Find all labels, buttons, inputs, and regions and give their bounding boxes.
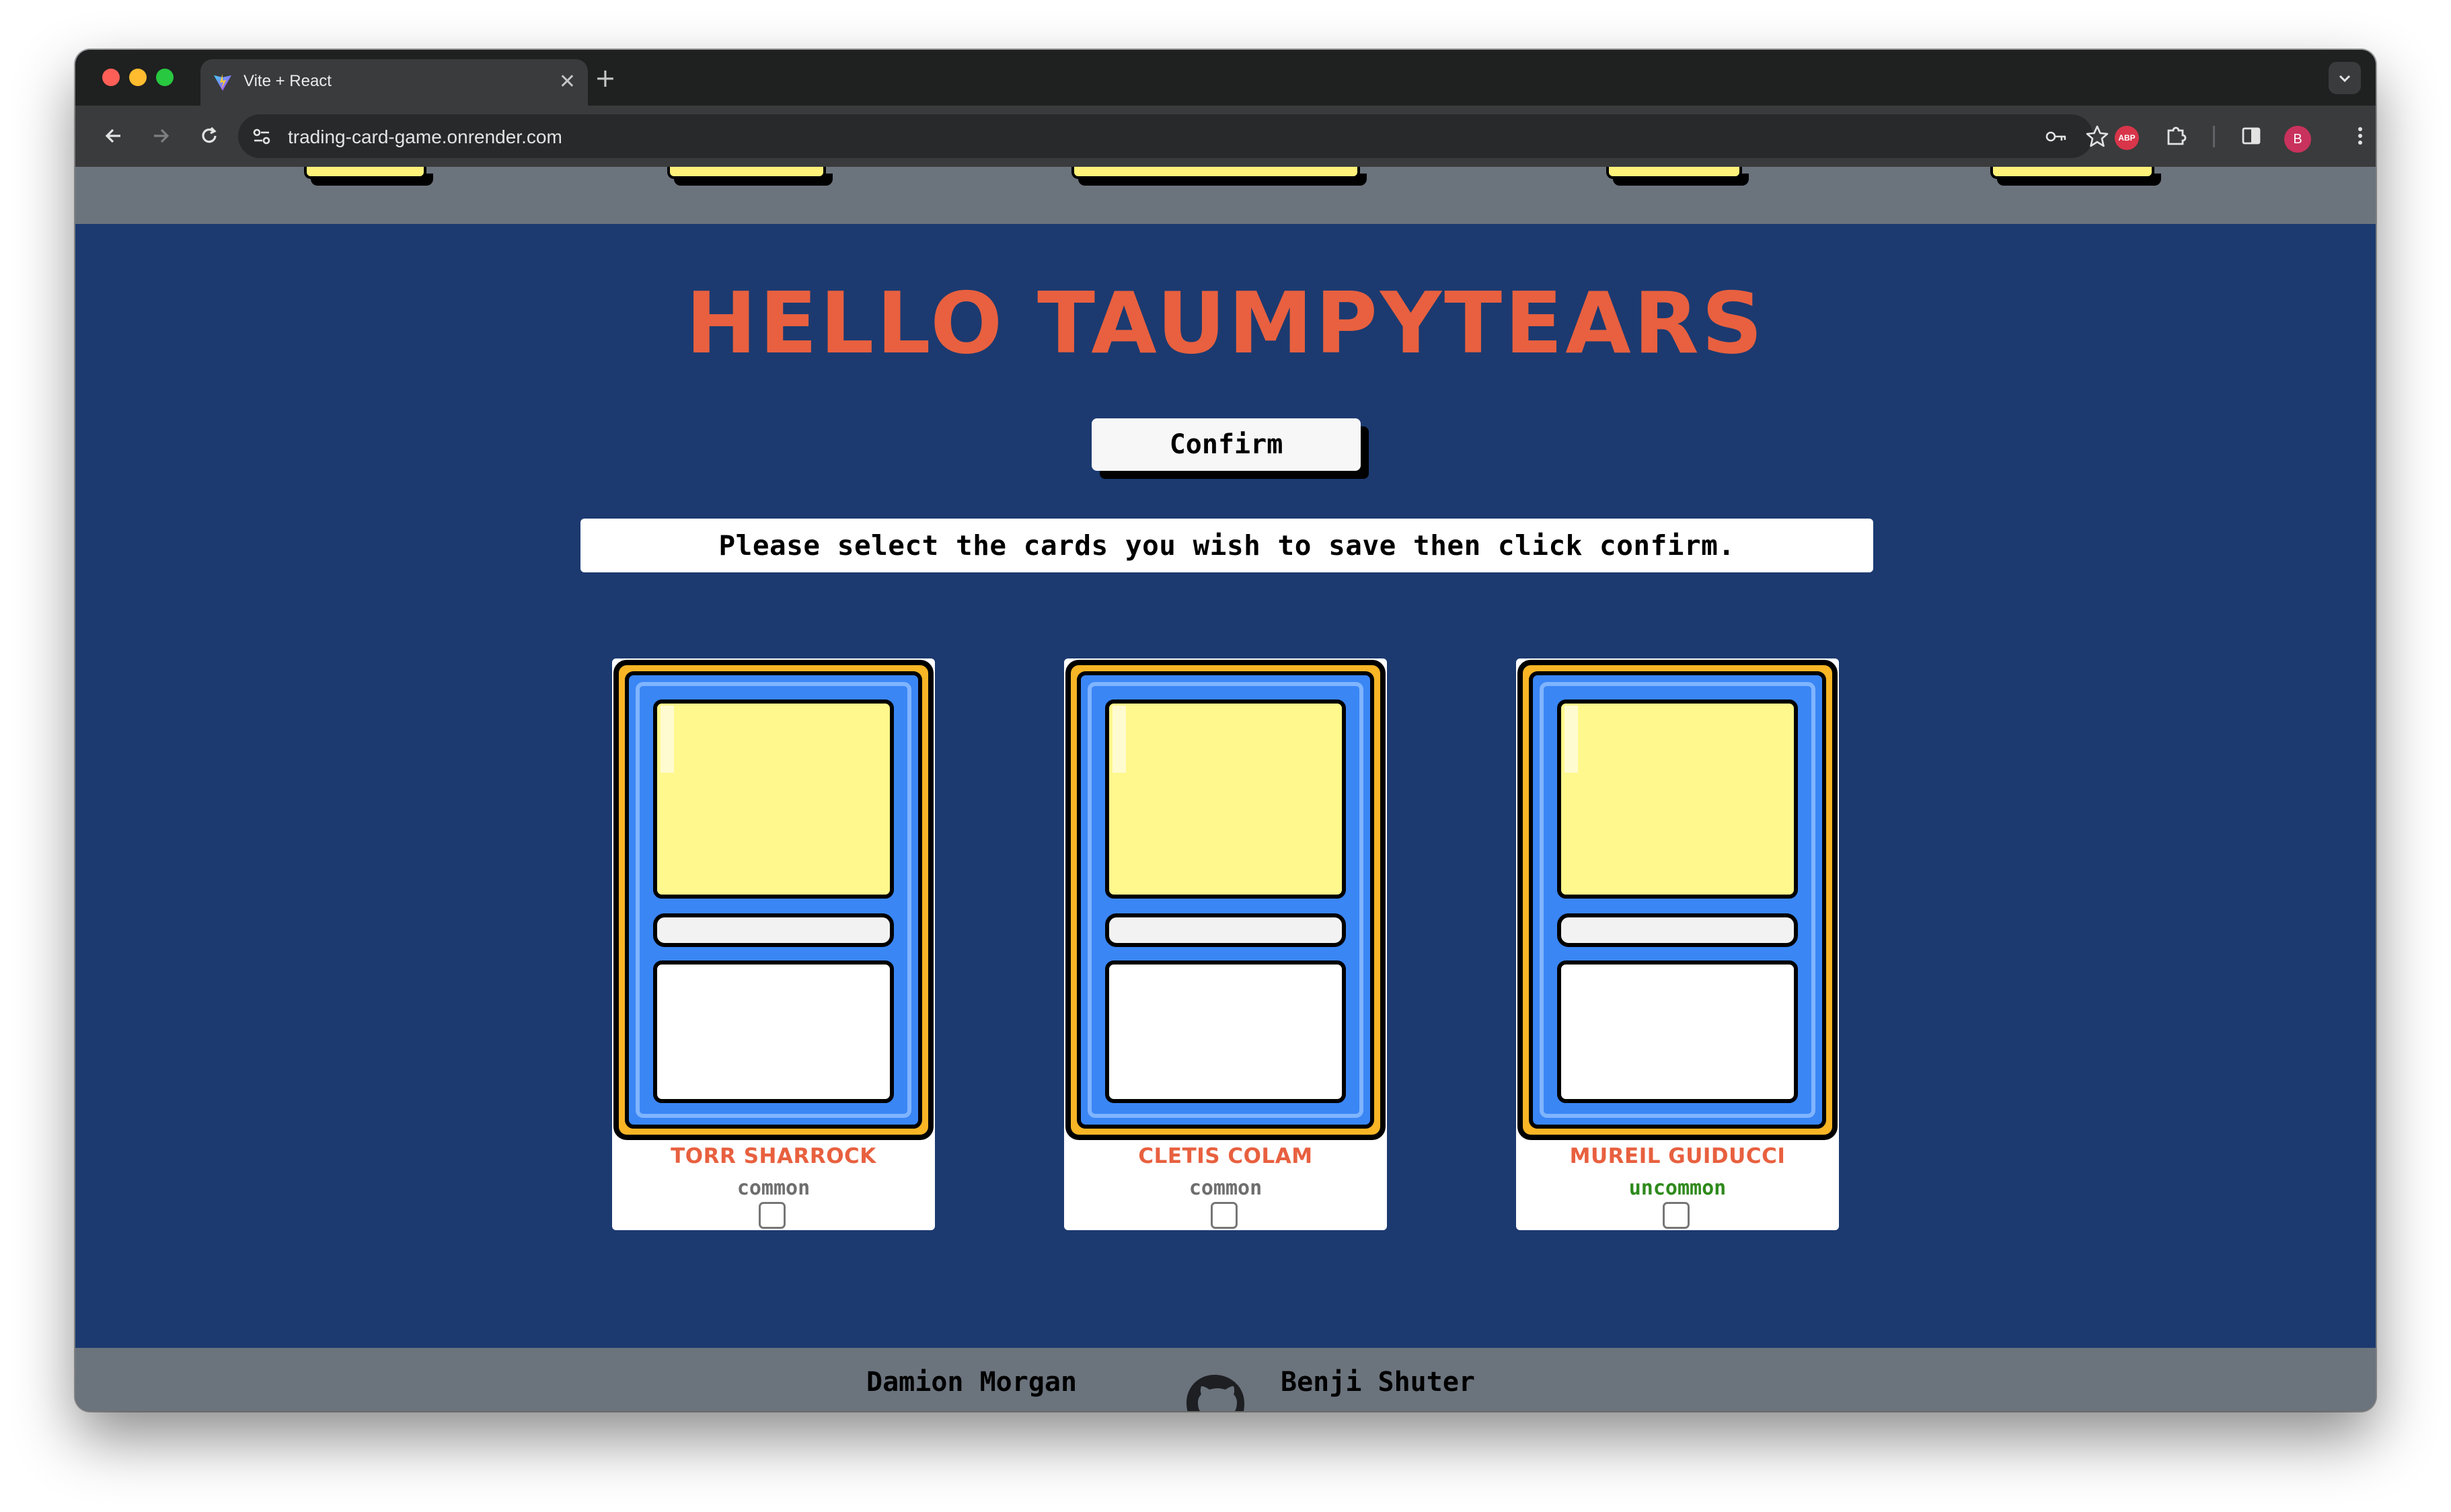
tab-search-button[interactable] [2329,62,2361,94]
password-key-icon[interactable] [2043,124,2069,149]
card-frame-image [613,660,934,1140]
extensions-icon[interactable] [2160,120,2191,151]
close-icon[interactable]: ✕ [559,69,576,96]
plus-icon[interactable]: + [595,63,616,93]
nav-button[interactable] [1071,167,1360,179]
card-name: TORR SHARROCK [671,1144,876,1168]
card-name: CLETIS COLAM [1138,1144,1313,1168]
instruction-text: Please select the cards you wish to save… [580,519,1873,572]
adblock-icon[interactable]: ABP [2115,126,2139,150]
back-icon[interactable] [98,120,129,151]
site-settings-icon[interactable] [249,124,274,149]
trading-card[interactable]: TORR SHARROCK common [612,658,935,1230]
bookmark-star-icon[interactable] [2084,123,2111,150]
nav-button[interactable] [667,167,826,179]
close-window-button[interactable] [102,69,120,86]
trading-card[interactable]: CLETIS COLAM common [1064,658,1387,1230]
more-menu-icon[interactable] [2345,120,2376,151]
reload-icon[interactable] [194,120,225,151]
card-frame-image [1517,660,1838,1140]
page-title: HELLO TAUMPYTEARS [685,274,1766,373]
card-rarity: common [737,1176,810,1200]
save-card-checkbox[interactable] [759,1202,786,1229]
browser-tab[interactable]: Vite + React ✕ [200,59,588,106]
save-card-checkbox[interactable] [1211,1202,1238,1229]
vite-icon [214,74,231,91]
page-footer: Damion Morgan Benji Shuter [75,1348,2376,1411]
footer-author-left[interactable]: Damion Morgan [866,1367,1077,1398]
side-panel-icon[interactable] [2236,120,2267,151]
tab-title: Vite + React [243,72,332,90]
toolbar-divider [2213,126,2215,147]
save-card-checkbox[interactable] [1663,1202,1690,1229]
forward-icon[interactable] [145,120,176,151]
card-frame-image [1065,660,1386,1140]
footer-author-right[interactable]: Benji Shuter [1281,1367,1475,1398]
browser-window: Vite + React ✕ + trading-card-game.onren… [75,50,2376,1411]
card-name: MUREIL GUIDUCCI [1569,1144,1786,1168]
address-bar[interactable]: trading-card-game.onrender.com [238,114,2109,158]
url-text: trading-card-game.onrender.com [288,126,562,147]
nav-button[interactable] [304,167,426,179]
trading-card[interactable]: MUREIL GUIDUCCI uncommon [1516,658,1839,1230]
card-rarity: uncommon [1628,1176,1727,1200]
card-rarity: common [1189,1176,1262,1200]
nav-button[interactable] [1990,167,2154,179]
github-icon[interactable] [1182,1372,1247,1411]
minimize-window-button[interactable] [129,69,147,86]
chevron-down-icon [2339,75,2351,83]
nav-button[interactable] [1606,167,1742,179]
tab-strip: Vite + React ✕ + [75,50,2376,106]
confirm-button[interactable]: Confirm [1092,418,1361,471]
maximize-window-button[interactable] [156,69,174,86]
browser-toolbar: trading-card-game.onrender.com ABP B [75,106,2376,167]
profile-avatar[interactable]: B [2284,126,2311,153]
